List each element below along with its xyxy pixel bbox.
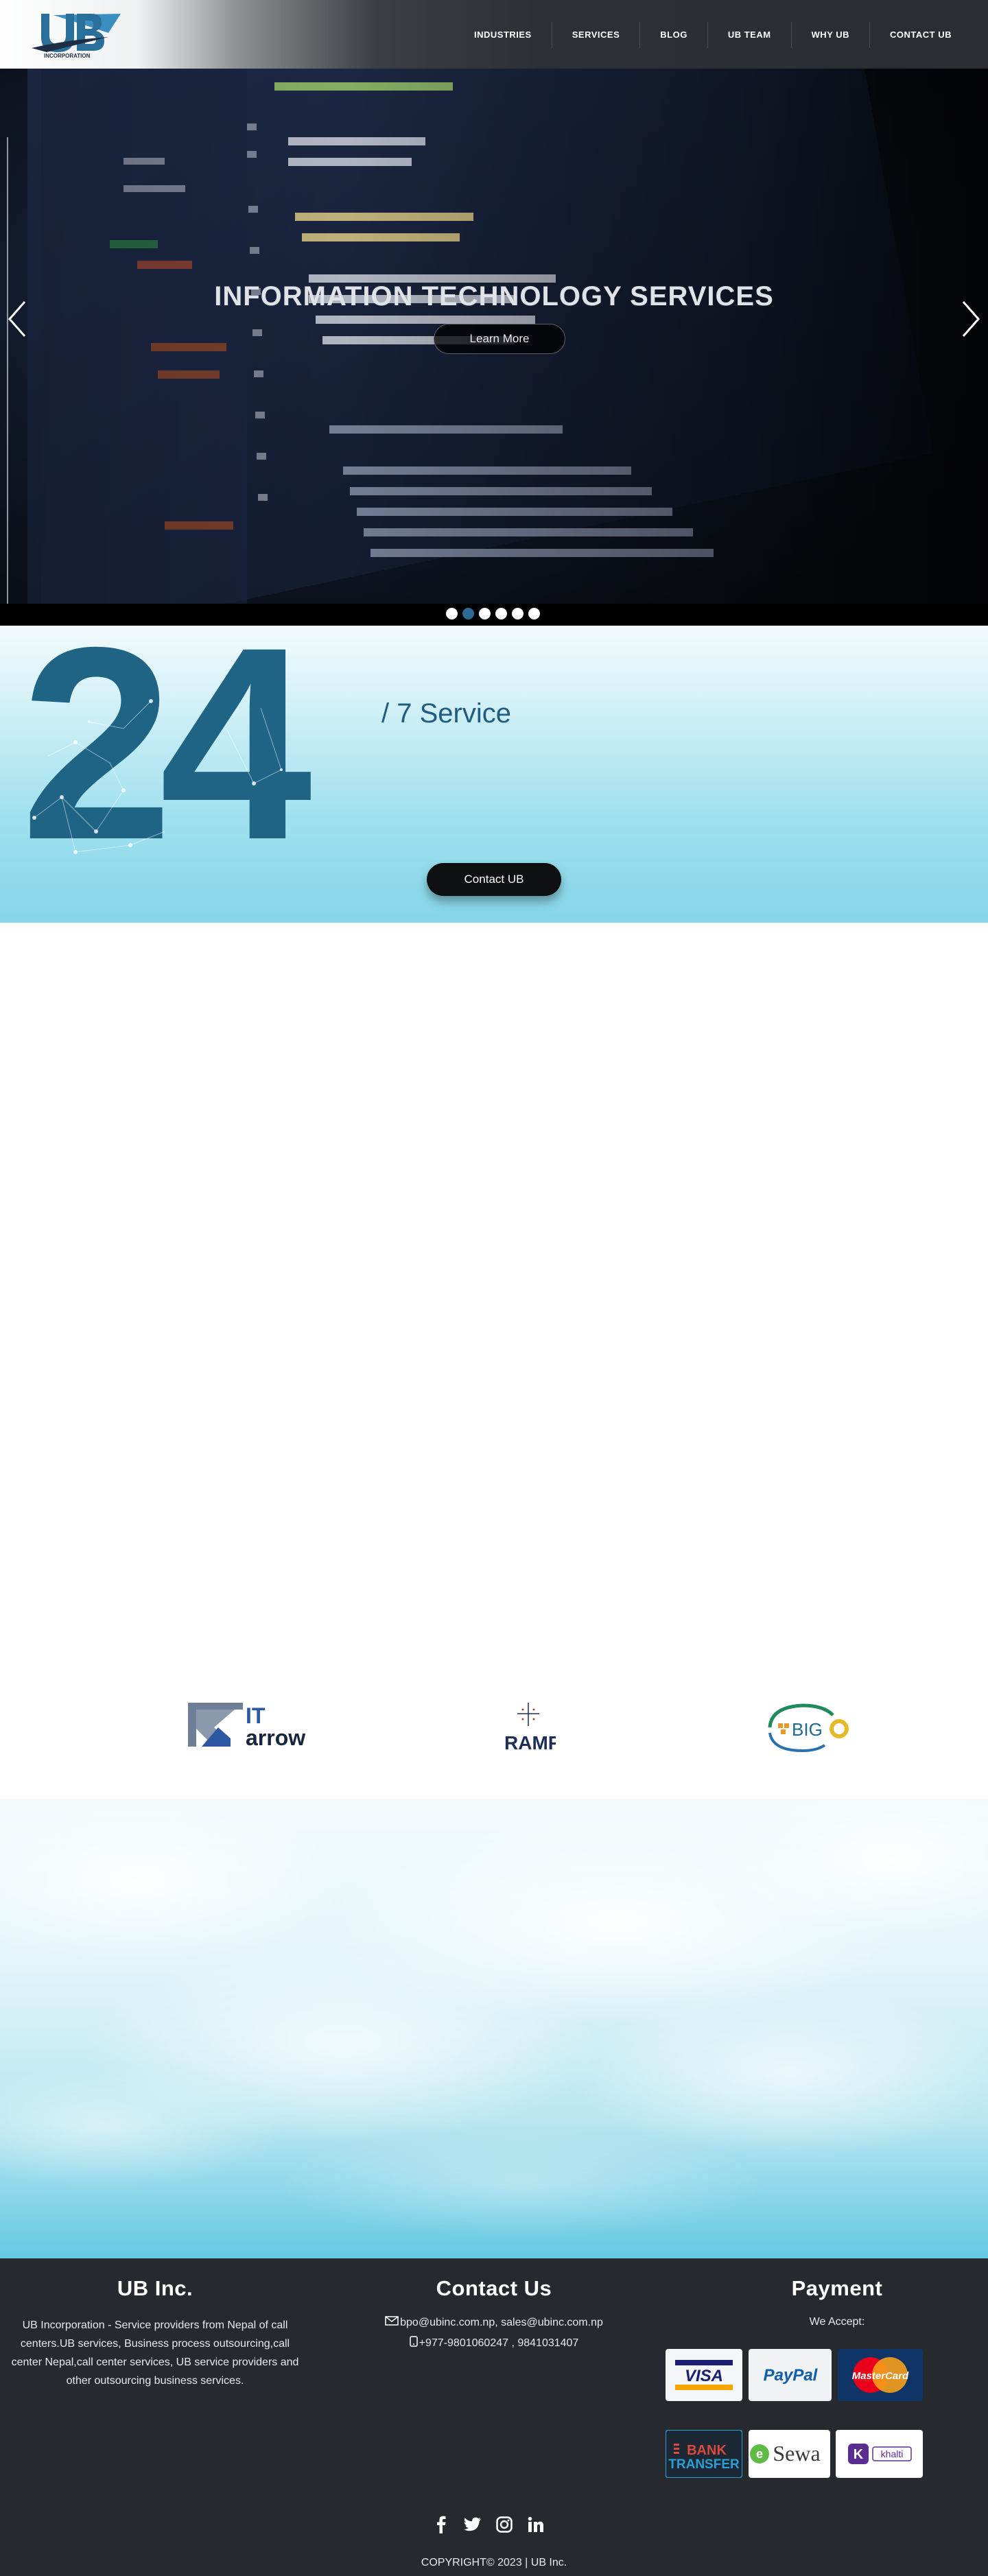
nav-contact-ub[interactable]: CONTACT UB [869,22,972,48]
svg-text:arrow: arrow [246,1725,305,1750]
svg-text:BIG: BIG [792,1719,823,1740]
slider-dots [446,608,540,619]
contact-phone[interactable]: +977-9801060247 , 9841031407 [419,2337,579,2350]
it-arrow-logo[interactable]: IT arrow [187,1700,311,1754]
footer-payment-title: Payment [791,2276,883,2300]
slider-dot-4[interactable] [495,608,507,619]
nav-blog[interactable]: BLOG [639,22,707,48]
chevron-right-icon[interactable] [956,295,984,343]
main-nav: INDUSTRIES SERVICES BLOG UB TEAM WHY UB … [454,22,972,48]
nav-services[interactable]: SERVICES [551,22,640,48]
svg-text:e: e [756,2447,763,2461]
svg-text:INCORPORATION: INCORPORATION [44,53,91,59]
big-24-graphic: 24 [21,626,316,873]
site-header: INCORPORATION INDUSTRIES SERVICES BLOG U… [0,0,988,69]
footer-about-text: UB Incorporation - Service providers fro… [11,2319,299,2387]
slider-dot-1[interactable] [446,608,458,619]
svg-text:VISA: VISA [685,2367,723,2385]
envelope-icon [385,2316,399,2329]
mobile-phone-icon [409,2336,418,2350]
footer-about-title: UB Inc. [117,2276,193,2300]
service-text: / 7 Service [381,698,511,729]
svg-text:IT: IT [246,1703,266,1728]
svg-text:MasterCard: MasterCard [852,2370,909,2382]
learn-more-button[interactable]: Learn More [434,324,565,354]
site-footer: UB Inc. UB Incorporation - Service provi… [0,2258,988,2576]
nav-ub-team[interactable]: UB TEAM [707,22,791,48]
hero-title: INFORMATION TECHNOLOGY SERVICES [214,281,774,311]
footer-about: UB Inc. UB Incorporation - Service provi… [10,2276,301,2390]
facebook-icon[interactable] [432,2516,450,2533]
ub-logo[interactable]: INCORPORATION [26,10,129,59]
we-accept-label: We Accept: [809,2316,865,2328]
slider-dot-2[interactable] [462,608,474,619]
esewa-card: e Sewa [749,2430,830,2478]
slider-dot-6[interactable] [528,608,540,619]
copyright-text: COPYRIGHT© 2023 | UB Inc. [421,2557,567,2568]
cloud-banner [0,1799,988,2258]
svg-text:TRANSFER: TRANSFER [668,2457,740,2472]
svg-text:PayPal: PayPal [764,2366,819,2385]
service-247-section: 24 / 7 Service Contact UB [0,626,988,923]
contact-email-line: bpo@ubinc.com.np, sales@ubinc.com.np [322,2316,666,2329]
nav-why-ub[interactable]: WHY UB [790,22,869,48]
slider-dot-5[interactable] [512,608,524,619]
instagram-icon[interactable] [495,2516,513,2533]
khalti-card: K khalti [836,2430,923,2478]
hero-edge-line [7,137,8,604]
twitter-icon[interactable] [464,2516,482,2533]
chevron-left-icon[interactable] [4,295,32,343]
visa-card: VISA [666,2349,742,2401]
mastercard-card: MasterCard [838,2349,923,2401]
footer-contact: Contact Us bpo@ubinc.com.np, sales@ubinc… [322,2276,666,2350]
footer-payment: Payment We Accept: [686,2276,988,2328]
hero-slider: INFORMATION TECHNOLOGY SERVICES Learn Mo… [0,69,988,626]
social-links [432,2516,545,2533]
svg-text:Sewa: Sewa [773,2441,820,2466]
contact-email[interactable]: bpo@ubinc.com.np, sales@ubinc.com.np [400,2317,603,2329]
contact-ub-button[interactable]: Contact UB [427,863,561,896]
contact-phone-line: +977-9801060247 , 9841031407 [322,2336,666,2350]
big-o-logo[interactable]: BIG [762,1700,851,1758]
cloud-background-image [0,1799,988,2238]
linkedin-icon[interactable] [527,2516,545,2533]
svg-text:BANK: BANK [687,2443,727,2458]
ramp-logo[interactable]: RAMP [501,1700,561,1758]
svg-text:khalti: khalti [881,2448,904,2459]
slider-dot-3[interactable] [479,608,491,619]
svg-text:K: K [854,2447,864,2462]
bank-transfer-card: BANK TRANSFER [666,2430,742,2478]
paypal-card: PayPal [749,2349,832,2401]
svg-text:24: 24 [21,626,314,873]
partner-logos: IT arrow RAMP BIG [0,1674,988,1777]
footer-contact-title: Contact Us [436,2276,552,2300]
svg-text:RAMP: RAMP [504,1732,556,1753]
nav-industries[interactable]: INDUSTRIES [454,22,552,48]
